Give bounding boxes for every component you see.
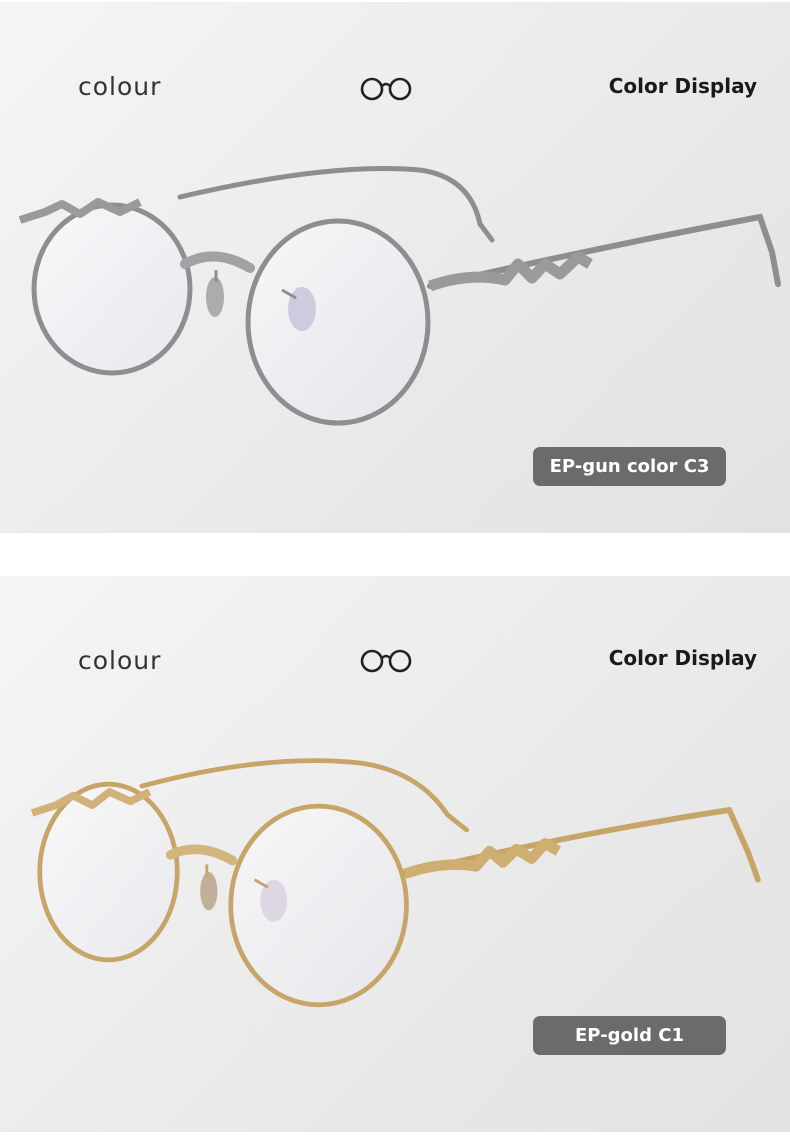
variant-badge-gun: EP-gun color C3	[533, 447, 726, 486]
variant-badge-gold: EP-gold C1	[533, 1016, 726, 1055]
product-panel-gun: colour Color Display EP-gun color C3	[0, 2, 790, 533]
product-panel-gold: colour Color Display EP-gold C1	[0, 576, 790, 1132]
